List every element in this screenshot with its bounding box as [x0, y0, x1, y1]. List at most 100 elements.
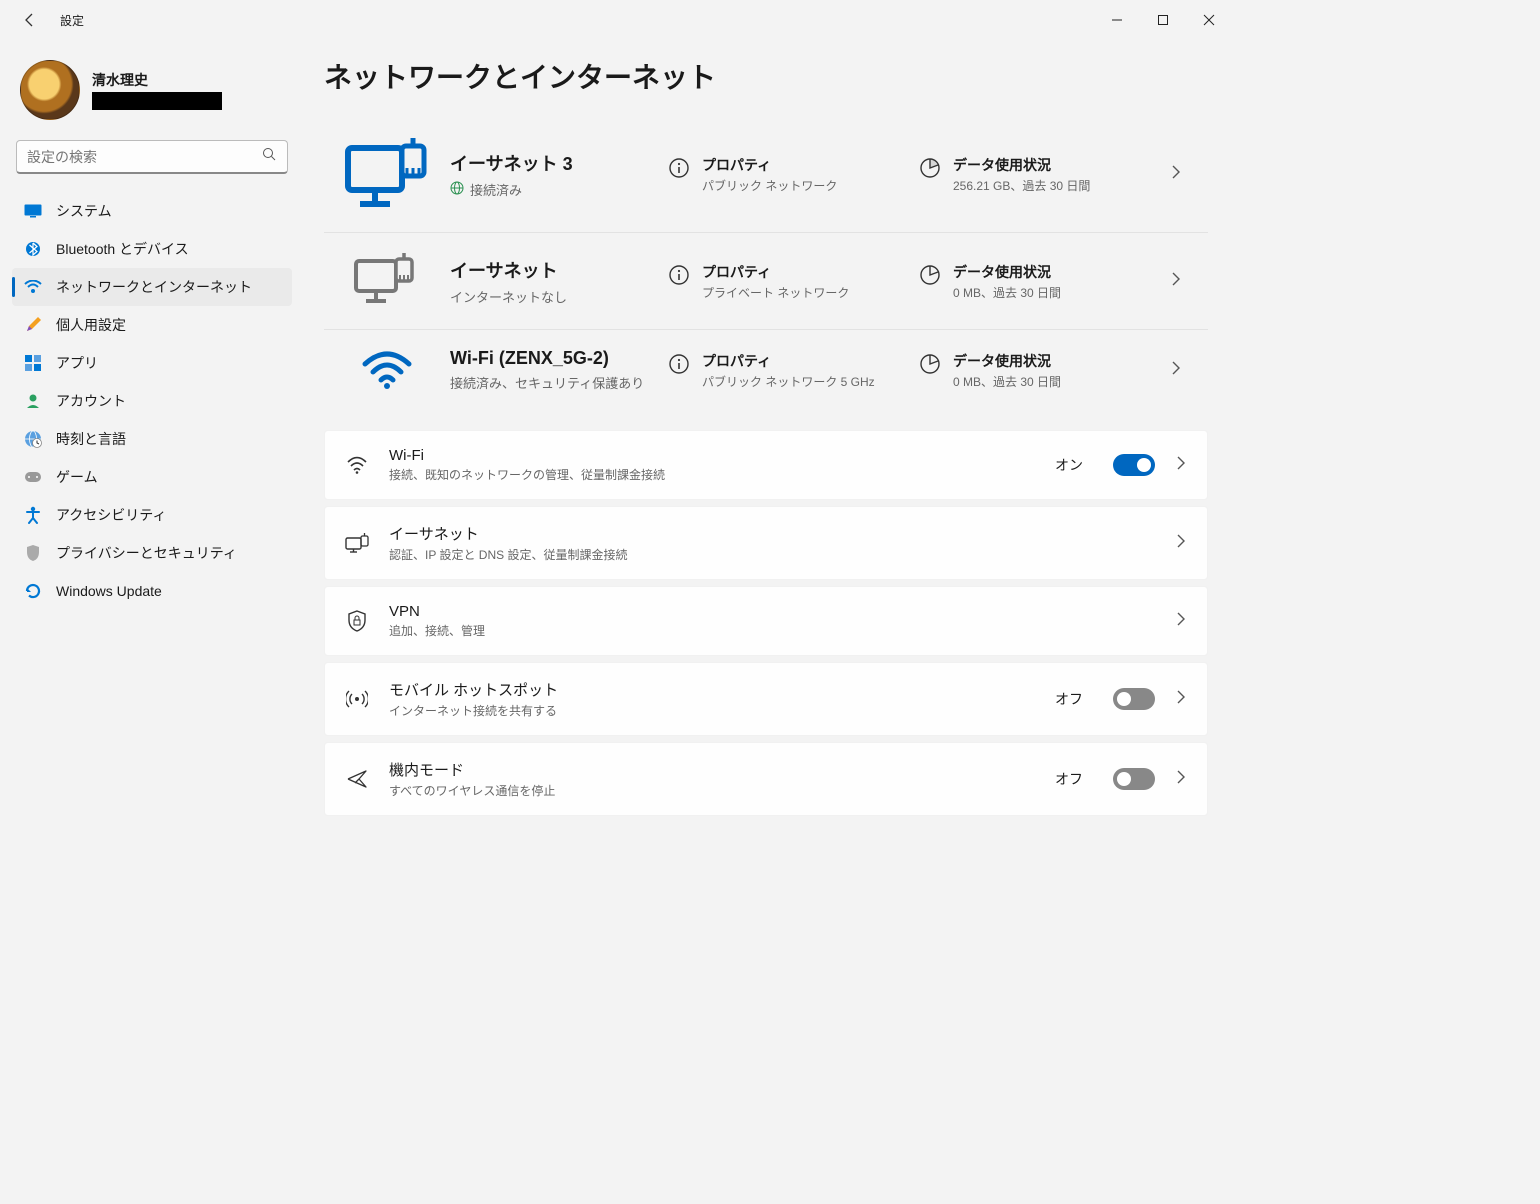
sidebar-item-gaming[interactable]: ゲーム: [12, 458, 292, 496]
network-title: イーサネット: [450, 257, 660, 283]
properties-link[interactable]: プロパティ パブリック ネットワーク: [668, 155, 911, 194]
brush-icon: [24, 316, 42, 334]
card-ethernet[interactable]: イーサネット 認証、IP 設定と DNS 設定、従量制課金接続: [324, 506, 1208, 580]
bluetooth-icon: [24, 240, 42, 258]
hotspot-toggle[interactable]: [1113, 688, 1155, 710]
sidebar-item-label: Windows Update: [56, 583, 162, 599]
sidebar-item-label: ゲーム: [56, 467, 98, 487]
properties-title: プロパティ: [702, 262, 849, 282]
search-icon: [261, 146, 277, 167]
sidebar-item-label: アカウント: [56, 391, 126, 411]
data-usage-title: データ使用状況: [953, 262, 1061, 282]
sidebar-item-bluetooth[interactable]: Bluetooth とデバイス: [12, 230, 292, 268]
chevron-right-icon: [1175, 769, 1187, 790]
card-title: Wi-Fi: [389, 447, 1035, 464]
person-icon: [24, 392, 42, 410]
wifi-icon: [345, 456, 369, 474]
sidebar: 清水理史 システム Bluetooth とデバイス ネットワークとインターネット…: [0, 40, 300, 965]
card-hotspot[interactable]: モバイル ホットスポット インターネット接続を共有する オフ: [324, 662, 1208, 736]
globe-icon: [450, 181, 464, 198]
card-wifi[interactable]: Wi-Fi 接続、既知のネットワークの管理、従量制課金接続 オン: [324, 430, 1208, 500]
ethernet-icon: [345, 533, 369, 553]
card-title: 機内モード: [389, 759, 1035, 780]
wifi-toggle[interactable]: [1113, 454, 1155, 476]
card-airplane[interactable]: 機内モード すべてのワイヤレス通信を停止 オフ: [324, 742, 1208, 816]
network-status-wifi[interactable]: Wi-Fi (ZENX_5G-2) 接続済み、セキュリティ保護あり プロパティ …: [324, 330, 1208, 410]
sidebar-item-label: ネットワークとインターネット: [56, 277, 252, 297]
back-button[interactable]: [20, 10, 40, 30]
update-icon: [24, 582, 42, 600]
network-status-ethernet[interactable]: イーサネット インターネットなし プロパティ プライベート ネットワーク データ…: [324, 233, 1208, 330]
search-box[interactable]: [16, 140, 288, 174]
sidebar-item-apps[interactable]: アプリ: [12, 344, 292, 382]
sidebar-item-privacy[interactable]: プライバシーとセキュリティ: [12, 534, 292, 572]
card-sub: インターネット接続を共有する: [389, 702, 1035, 719]
close-button[interactable]: [1186, 0, 1232, 40]
toggle-state-label: オフ: [1055, 769, 1083, 789]
titlebar: 設定: [0, 0, 1232, 40]
properties-title: プロパティ: [702, 155, 837, 175]
sidebar-item-time-language[interactable]: 時刻と言語: [12, 420, 292, 458]
wifi-connected-icon: [332, 350, 442, 390]
card-title: モバイル ホットスポット: [389, 679, 1035, 700]
toggle-state-label: オフ: [1055, 689, 1083, 709]
window-title: 設定: [60, 12, 84, 29]
ethernet-no-internet-icon: [332, 251, 442, 311]
properties-sub: パブリック ネットワーク 5 GHz: [702, 373, 875, 390]
airplane-icon: [345, 768, 369, 790]
data-usage-link[interactable]: データ使用状況 0 MB、過去 30 日間: [919, 351, 1162, 390]
info-icon: [668, 353, 690, 375]
profile-name: 清水理史: [92, 70, 222, 90]
chevron-right-icon: [1175, 455, 1187, 476]
sidebar-item-windows-update[interactable]: Windows Update: [12, 572, 292, 610]
display-icon: [24, 202, 42, 220]
network-status-ethernet3[interactable]: イーサネット 3 接続済み プロパティ パブリック ネットワーク データ使用状況…: [324, 116, 1208, 233]
maximize-button[interactable]: [1140, 0, 1186, 40]
card-title: イーサネット: [389, 523, 1155, 544]
sidebar-item-label: プライバシーとセキュリティ: [56, 543, 237, 563]
data-usage-link[interactable]: データ使用状況 0 MB、過去 30 日間: [919, 262, 1162, 301]
properties-sub: パブリック ネットワーク: [702, 177, 837, 194]
chevron-right-icon: [1175, 611, 1187, 632]
globe-clock-icon: [24, 430, 42, 448]
data-usage-title: データ使用状況: [953, 351, 1061, 371]
sidebar-item-label: システム: [56, 201, 112, 221]
info-icon: [668, 264, 690, 286]
chevron-right-icon: [1175, 533, 1187, 554]
wifi-icon: [24, 278, 42, 296]
chevron-right-icon: [1170, 271, 1200, 292]
ethernet-connected-icon: [332, 134, 442, 214]
sidebar-item-system[interactable]: システム: [12, 192, 292, 230]
data-usage-link[interactable]: データ使用状況 256.21 GB、過去 30 日間: [919, 155, 1162, 194]
pie-icon: [919, 353, 941, 375]
profile-email-redacted: [92, 92, 222, 110]
airplane-toggle[interactable]: [1113, 768, 1155, 790]
shield-icon: [24, 544, 42, 562]
data-usage-sub: 0 MB、過去 30 日間: [953, 373, 1061, 390]
gamepad-icon: [24, 468, 42, 486]
properties-link[interactable]: プロパティ パブリック ネットワーク 5 GHz: [668, 351, 911, 390]
hotspot-icon: [345, 689, 369, 709]
profile[interactable]: 清水理史: [12, 52, 292, 128]
pie-icon: [919, 264, 941, 286]
apps-icon: [24, 354, 42, 372]
sidebar-item-network[interactable]: ネットワークとインターネット: [12, 268, 292, 306]
card-sub: 追加、接続、管理: [389, 622, 1155, 639]
sidebar-item-label: 個人用設定: [56, 315, 126, 335]
properties-link[interactable]: プロパティ プライベート ネットワーク: [668, 262, 911, 301]
page-title: ネットワークとインターネット: [324, 56, 1208, 96]
sidebar-item-label: アクセシビリティ: [56, 505, 166, 525]
main-content: ネットワークとインターネット イーサネット 3: [300, 40, 1232, 965]
network-status: 接続済み、セキュリティ保護あり: [450, 373, 660, 392]
sidebar-item-accounts[interactable]: アカウント: [12, 382, 292, 420]
sidebar-item-accessibility[interactable]: アクセシビリティ: [12, 496, 292, 534]
sidebar-item-label: 時刻と言語: [56, 429, 126, 449]
card-title: VPN: [389, 603, 1155, 620]
avatar: [20, 60, 80, 120]
card-vpn[interactable]: VPN 追加、接続、管理: [324, 586, 1208, 656]
card-sub: 接続、既知のネットワークの管理、従量制課金接続: [389, 466, 1035, 483]
minimize-button[interactable]: [1094, 0, 1140, 40]
search-input[interactable]: [27, 149, 261, 165]
sidebar-item-personalization[interactable]: 個人用設定: [12, 306, 292, 344]
network-status: インターネットなし: [450, 287, 660, 306]
